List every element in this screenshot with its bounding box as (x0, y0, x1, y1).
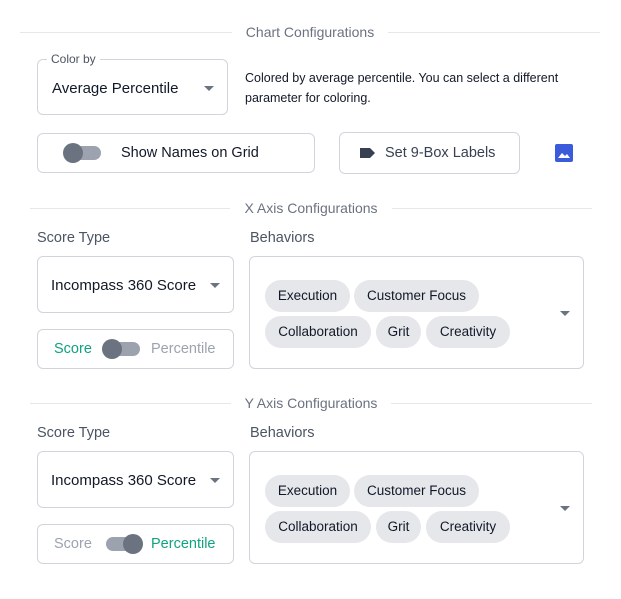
x-axis-title: X Axis Configurations (244, 200, 378, 216)
x-behaviors-label: Behaviors (250, 230, 315, 246)
y-axis-divider: Y Axis Configurations (30, 395, 593, 411)
behavior-chip[interactable]: Grit (376, 316, 421, 348)
y-score-type-value: Incompass 360 Score (51, 472, 197, 489)
x-axis-divider: X Axis Configurations (30, 200, 593, 216)
behavior-chip[interactable]: Collaboration (265, 511, 371, 543)
show-names-toggle-button[interactable]: Show Names on Grid (37, 133, 315, 173)
x-score-type-label: Score Type (37, 230, 111, 246)
x-score-type-value: Incompass 360 Score (51, 277, 197, 294)
y-toggle-score-option[interactable]: Score (54, 536, 92, 552)
set-9-box-labels-button[interactable]: Set 9-Box Labels (339, 132, 520, 174)
behavior-chip[interactable]: Customer Focus (354, 475, 479, 507)
x-score-percentile-toggle[interactable]: Score Percentile (37, 329, 234, 369)
x-score-switch[interactable] (102, 339, 140, 359)
chart-config-divider: Chart Configurations (20, 24, 600, 40)
chevron-down-icon (210, 478, 220, 483)
set-9-box-labels-label: Set 9-Box Labels (385, 145, 496, 161)
color-by-legend: Color by (47, 52, 100, 66)
y-toggle-percentile-option[interactable]: Percentile (151, 536, 215, 552)
color-by-select[interactable]: Color by Average Percentile (37, 52, 228, 115)
behavior-chip[interactable]: Creativity (426, 316, 510, 348)
y-score-percentile-toggle[interactable]: Score Percentile (37, 524, 234, 564)
show-names-switch[interactable] (63, 143, 101, 163)
x-score-type-select[interactable]: Incompass 360 Score (37, 256, 234, 313)
chevron-down-icon (210, 283, 220, 288)
behavior-chip[interactable]: Collaboration (265, 316, 371, 348)
x-toggle-percentile-option[interactable]: Percentile (151, 341, 215, 357)
y-behaviors-label: Behaviors (250, 425, 315, 441)
color-by-value: Average Percentile (52, 80, 179, 97)
y-behaviors-multiselect[interactable]: Execution Customer Focus Collaboration G… (249, 451, 584, 564)
behavior-chip[interactable]: Creativity (426, 511, 510, 543)
behavior-chip[interactable]: Execution (265, 475, 350, 507)
behavior-chip[interactable]: Grit (376, 511, 421, 543)
y-score-type-label: Score Type (37, 425, 111, 441)
y-axis-title: Y Axis Configurations (244, 395, 378, 411)
x-behaviors-multiselect[interactable]: Execution Customer Focus Collaboration G… (249, 256, 584, 369)
show-names-label: Show Names on Grid (121, 145, 259, 161)
tag-icon (360, 148, 375, 158)
y-score-switch[interactable] (106, 534, 144, 554)
chevron-down-icon (560, 311, 570, 316)
behavior-chip[interactable]: Customer Focus (354, 280, 479, 312)
x-toggle-score-option[interactable]: Score (54, 341, 92, 357)
color-by-help-text: Colored by average percentile. You can s… (245, 71, 559, 105)
chevron-down-icon (204, 86, 214, 91)
image-icon[interactable] (555, 144, 573, 162)
behavior-chip[interactable]: Execution (265, 280, 350, 312)
chevron-down-icon (560, 506, 570, 511)
y-score-type-select[interactable]: Incompass 360 Score (37, 451, 234, 508)
chart-config-title: Chart Configurations (245, 24, 375, 40)
